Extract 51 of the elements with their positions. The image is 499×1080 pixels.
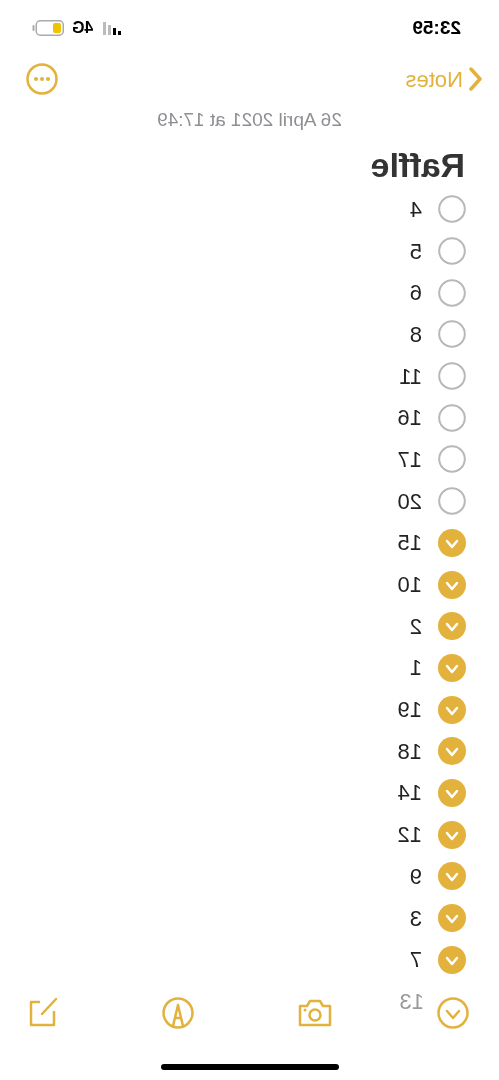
checked-circle[interactable]	[438, 612, 466, 641]
note-date: 26 April 2021 at 17:49	[157, 108, 342, 132]
camera-icon[interactable]	[297, 999, 334, 1027]
item-label: 3	[409, 904, 422, 933]
checked-circle[interactable]	[438, 778, 466, 807]
item-label: 18	[397, 737, 422, 766]
item-label: 13	[399, 987, 424, 1016]
back-button[interactable]: Notes	[405, 62, 483, 96]
checked-circle[interactable]	[438, 820, 466, 849]
checked-circle[interactable]	[438, 737, 466, 766]
checked-circle[interactable]	[438, 653, 466, 682]
item-label: 2	[409, 612, 422, 641]
checked-circle[interactable]	[438, 862, 466, 891]
checked-circle[interactable]	[438, 528, 466, 557]
item-label: 10	[397, 571, 422, 600]
item-label: 9	[409, 862, 422, 891]
empty-circle[interactable]	[438, 403, 466, 432]
network-label: 4G	[72, 18, 94, 38]
item-label: 11	[399, 362, 422, 391]
item-label: 1	[409, 654, 422, 683]
markup-pen-icon[interactable]	[161, 997, 194, 1029]
item-label: 17	[397, 445, 422, 474]
checklist-icon[interactable]	[437, 997, 469, 1029]
empty-circle[interactable]	[438, 195, 466, 224]
empty-circle[interactable]	[438, 362, 466, 391]
status-time: 23:59	[412, 15, 461, 40]
checked-circle[interactable]	[438, 570, 466, 599]
item-label: 7	[409, 946, 422, 975]
more-icon[interactable]	[26, 63, 58, 95]
item-label: 5	[409, 237, 422, 266]
checked-circle[interactable]	[438, 695, 466, 724]
item-label: 16	[397, 404, 422, 433]
empty-circle[interactable]	[438, 320, 466, 349]
item-label: 14	[397, 779, 422, 808]
signal-icon	[101, 21, 122, 35]
note-title: Raffle	[370, 145, 465, 184]
chevron-left-icon	[469, 67, 483, 91]
item-label: 20	[397, 487, 422, 516]
empty-circle[interactable]	[438, 278, 466, 307]
empty-circle[interactable]	[438, 445, 466, 474]
item-label: 6	[409, 279, 422, 308]
checked-circle[interactable]	[438, 904, 466, 933]
checked-circle[interactable]	[438, 945, 466, 974]
item-label: 12	[397, 821, 422, 850]
empty-circle[interactable]	[438, 237, 466, 266]
empty-circle[interactable]	[438, 487, 466, 516]
item-label: 15	[397, 529, 422, 558]
item-label: 8	[409, 320, 422, 349]
item-label: 4	[409, 195, 422, 224]
item-label: 19	[397, 696, 422, 725]
battery-icon	[32, 20, 64, 36]
